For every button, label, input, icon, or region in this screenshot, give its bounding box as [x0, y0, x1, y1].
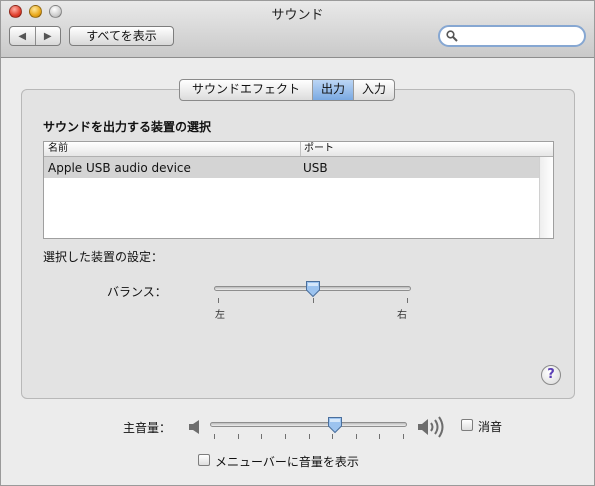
back-forward-control: ◀ ▶ — [9, 26, 61, 46]
output-section-title: サウンドを出力する装置の選択 — [43, 120, 212, 134]
device-port-cell: USB — [303, 161, 328, 175]
mute-checkbox[interactable] — [461, 419, 473, 431]
volume-slider-track[interactable] — [210, 422, 407, 427]
tab-sound-effects[interactable]: サウンドエフェクト — [180, 80, 312, 100]
balance-right-label: 右 — [397, 310, 407, 321]
window-title: サウンド — [271, 8, 324, 23]
balance-slider-thumb[interactable] — [305, 280, 321, 298]
volume-label: 主音量： — [123, 421, 172, 435]
slider-tick — [379, 434, 381, 439]
slider-tick — [312, 298, 314, 303]
table-row[interactable]: Apple USB audio device USB — [44, 157, 540, 178]
tab-output[interactable]: 出力 — [312, 80, 354, 100]
tab-bar: サウンドエフェクト 出力 入力 — [179, 79, 396, 101]
tab-input[interactable]: 入力 — [353, 80, 394, 100]
slider-tick — [214, 434, 215, 439]
column-header-name[interactable]: 名前 — [48, 142, 68, 156]
slider-tick — [218, 298, 219, 303]
show-volume-in-menubar-label: メニューバーに音量を表示 — [215, 455, 359, 469]
slider-tick — [308, 434, 310, 439]
device-settings-label: 選択した装置の設定： — [43, 250, 164, 264]
column-header-port[interactable]: ポート — [300, 142, 334, 156]
magnifier-icon — [446, 30, 458, 42]
help-button[interactable]: ? — [541, 365, 561, 385]
balance-left-label: 左 — [215, 310, 225, 321]
show-all-button[interactable]: すべてを表示 — [69, 26, 174, 46]
tab-content-panel — [21, 89, 575, 399]
speaker-low-icon — [189, 420, 199, 434]
slider-tick — [355, 434, 357, 439]
slider-tick — [407, 298, 408, 303]
slider-tick — [284, 434, 286, 439]
table-header: 名前 ポート — [44, 142, 553, 157]
back-button[interactable]: ◀ — [10, 27, 35, 45]
output-device-table: 名前 ポート Apple USB audio device USB — [43, 141, 554, 239]
speaker-high-icon — [418, 416, 444, 438]
mute-label: 消音 — [478, 420, 503, 434]
volume-slider-thumb[interactable] — [327, 416, 343, 434]
slider-tick — [332, 434, 334, 439]
slider-tick — [261, 434, 263, 439]
sound-preferences-window: サウンド ◀ ▶ すべてを表示 サウンドエフェクト 出力 入力 サウンドを出力す… — [0, 0, 595, 486]
forward-button[interactable]: ▶ — [34, 27, 61, 45]
device-name-cell: Apple USB audio device — [48, 161, 191, 175]
slider-tick — [237, 434, 239, 439]
title-bar: サウンド ◀ ▶ すべてを表示 — [1, 1, 594, 58]
balance-label: バランス： — [107, 285, 167, 299]
slider-tick — [403, 434, 404, 439]
table-scrollbar[interactable] — [539, 157, 553, 238]
show-volume-in-menubar-checkbox[interactable] — [198, 454, 210, 466]
search-field[interactable] — [438, 25, 586, 47]
